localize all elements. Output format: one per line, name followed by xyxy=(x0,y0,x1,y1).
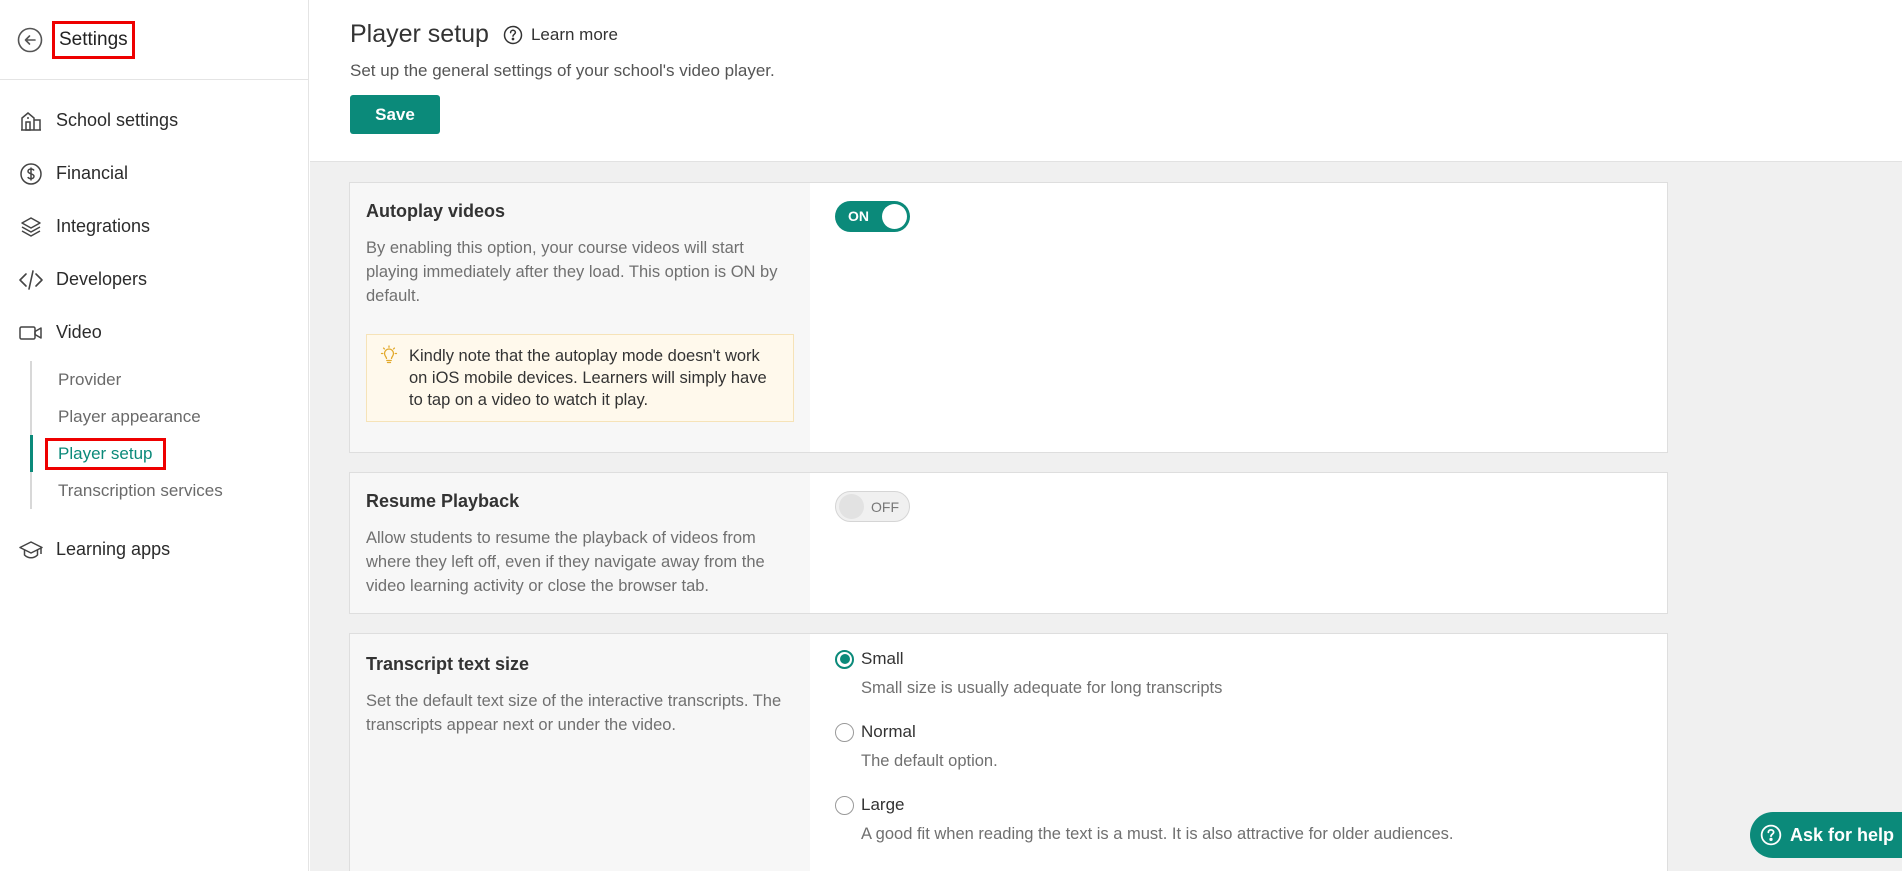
sidebar-item-label: School settings xyxy=(56,110,179,130)
radio-large-help: A good fit when reading the text is a mu… xyxy=(861,825,1454,843)
settings-cards: Autoplay videos By enabling this option,… xyxy=(310,162,1902,871)
ask-for-help-button[interactable]: Ask for help xyxy=(1750,812,1902,858)
lightbulb-icon xyxy=(379,345,401,411)
sidebar-subitem-player-setup[interactable]: Player setup xyxy=(30,435,308,472)
autoplay-info: Autoplay videos By enabling this option,… xyxy=(350,183,810,452)
transcript-size-card: Transcript text size Set the default tex… xyxy=(349,633,1668,871)
sidebar-item-label: Financial xyxy=(56,163,129,183)
active-indicator xyxy=(30,435,33,472)
save-button[interactable]: Save xyxy=(350,95,440,134)
resume-info: Resume Playback Allow students to resume… xyxy=(350,473,810,613)
autoplay-title: Autoplay videos xyxy=(366,201,506,221)
radio-small[interactable] xyxy=(835,649,854,669)
radio-option-small: Small Small size is usually adequate for… xyxy=(835,649,1667,698)
sidebar-subitem-label: Transcription services xyxy=(58,480,223,500)
autoplay-description: By enabling this option, your course vid… xyxy=(366,239,778,305)
sidebar-nav: School settings Financial Integrations D… xyxy=(0,80,308,576)
layers-icon xyxy=(18,214,44,240)
sidebar-subitem-label: Player setup xyxy=(45,437,166,470)
page-header: Player setup Learn more Set up the gener… xyxy=(310,0,1902,162)
question-circle-icon xyxy=(1760,824,1782,846)
radio-option-normal: Normal The default option. xyxy=(835,722,1667,771)
radio-option-large: Large A good fit when reading the text i… xyxy=(835,795,1667,844)
graduation-cap-icon xyxy=(18,537,44,563)
radio-normal-help: The default option. xyxy=(861,752,998,770)
autoplay-control: ON xyxy=(810,183,1667,452)
sidebar-subitem-label: Provider xyxy=(58,369,122,389)
autoplay-card: Autoplay videos By enabling this option,… xyxy=(349,182,1668,453)
radio-large[interactable] xyxy=(835,795,854,815)
sidebar-item-learning-apps[interactable]: Learning apps xyxy=(0,523,308,576)
sidebar-subitem-player-appearance[interactable]: Player appearance xyxy=(58,398,308,435)
page-description: Set up the general settings of your scho… xyxy=(350,61,775,80)
transcript-title: Transcript text size xyxy=(366,654,530,674)
dollar-circle-icon xyxy=(18,161,44,187)
sidebar-item-financial[interactable]: Financial xyxy=(0,147,308,200)
radio-normal-row[interactable]: Normal xyxy=(835,722,1667,742)
radio-small-label: Small xyxy=(861,649,904,668)
sidebar-item-school-settings[interactable]: School settings xyxy=(0,94,308,147)
sidebar-header: Settings xyxy=(0,0,308,80)
learn-more-link[interactable]: Learn more xyxy=(503,25,618,45)
toggle-knob xyxy=(839,494,864,519)
radio-normal[interactable] xyxy=(835,722,854,742)
sidebar-subitem-provider[interactable]: Provider xyxy=(58,361,308,398)
sidebar-subitem-label: Player appearance xyxy=(58,406,201,426)
transcript-info: Transcript text size Set the default tex… xyxy=(350,634,810,871)
video-camera-icon xyxy=(18,320,44,346)
radio-normal-label: Normal xyxy=(861,722,916,741)
radio-large-row[interactable]: Large xyxy=(835,795,1667,815)
sidebar-title: Settings xyxy=(52,20,135,59)
back-arrow-icon[interactable] xyxy=(16,26,44,54)
sidebar-item-label: Integrations xyxy=(56,216,151,236)
code-icon xyxy=(18,267,44,293)
video-submenu: Provider Player appearance Player setup … xyxy=(30,361,308,509)
radio-large-label: Large xyxy=(861,795,905,814)
resume-playback-toggle[interactable]: OFF xyxy=(835,491,910,522)
sidebar-item-label: Video xyxy=(56,322,102,342)
settings-sidebar: Settings School settings Financial Integ… xyxy=(0,0,309,871)
autoplay-toggle[interactable]: ON xyxy=(835,201,910,232)
sidebar-item-integrations[interactable]: Integrations xyxy=(0,200,308,253)
toggle-knob xyxy=(882,204,907,229)
main-content: Player setup Learn more Set up the gener… xyxy=(310,0,1902,871)
radio-small-row[interactable]: Small xyxy=(835,649,1667,669)
radio-small-help: Small size is usually adequate for long … xyxy=(861,679,1223,697)
autoplay-note-text: Kindly note that the autoplay mode doesn… xyxy=(409,347,767,409)
transcript-options: Small Small size is usually adequate for… xyxy=(810,634,1667,871)
autoplay-note: Kindly note that the autoplay mode doesn… xyxy=(366,334,794,422)
learn-more-label: Learn more xyxy=(530,24,618,44)
ask-for-help-label: Ask for help xyxy=(1790,824,1895,845)
toggle-label: OFF xyxy=(871,499,899,515)
title-row: Player setup Learn more xyxy=(350,20,1902,49)
sidebar-item-label: Developers xyxy=(56,269,148,289)
sidebar-item-developers[interactable]: Developers xyxy=(0,253,308,306)
resume-title: Resume Playback xyxy=(366,491,520,511)
page-title: Player setup xyxy=(350,20,489,48)
question-circle-icon xyxy=(503,25,523,45)
sidebar-item-video[interactable]: Video xyxy=(0,306,308,359)
resume-control: OFF xyxy=(810,473,1667,613)
building-icon xyxy=(18,108,44,134)
sidebar-subitem-transcription-services[interactable]: Transcription services xyxy=(58,472,308,509)
toggle-label: ON xyxy=(848,208,869,224)
sidebar-item-label: Learning apps xyxy=(56,539,171,559)
transcript-description: Set the default text size of the interac… xyxy=(366,692,782,734)
resume-description: Allow students to resume the playback of… xyxy=(366,529,765,595)
resume-playback-card: Resume Playback Allow students to resume… xyxy=(349,472,1668,614)
